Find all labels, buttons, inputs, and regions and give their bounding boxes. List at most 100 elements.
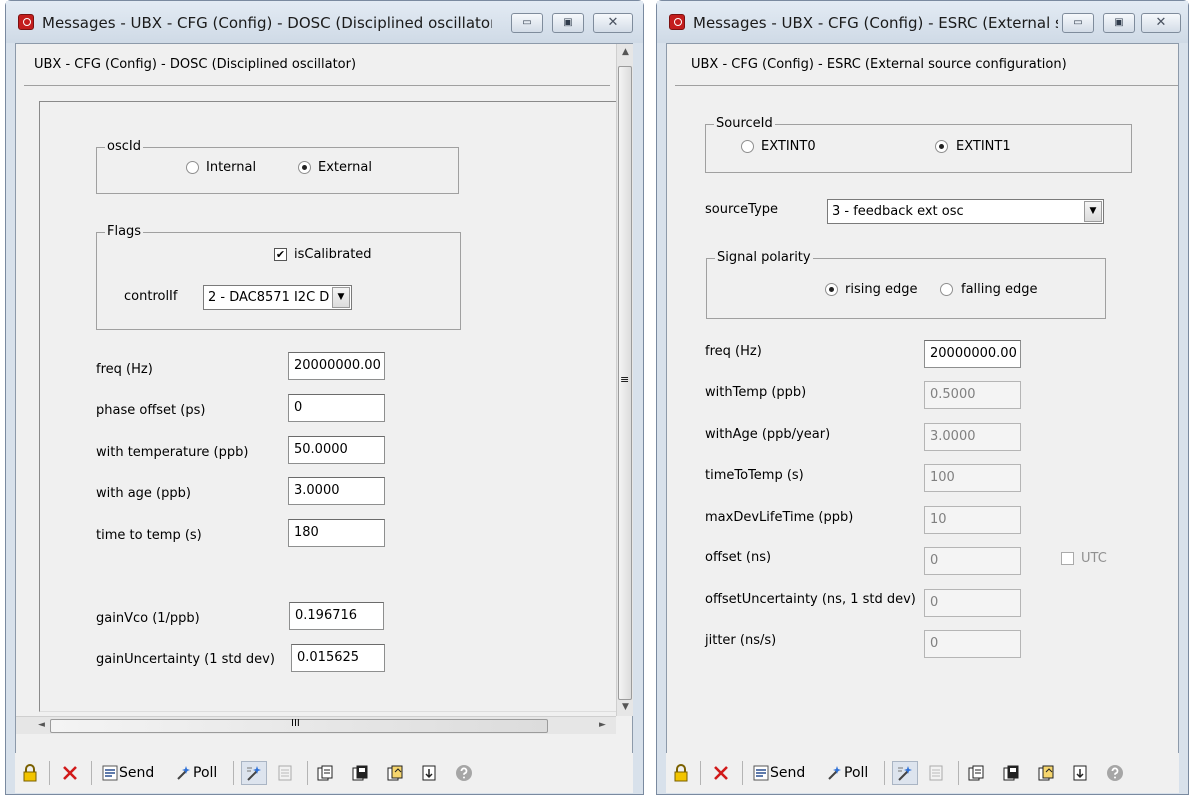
x-icon (63, 766, 77, 780)
field-label: freq (Hz) (96, 362, 153, 377)
freq-input[interactable]: 20000000.00 (924, 340, 1021, 368)
export-button[interactable] (386, 761, 404, 785)
horizontal-scroll-thumb[interactable]: III (50, 718, 548, 733)
jitter-input[interactable]: 0 (924, 630, 1021, 658)
chevron-down-icon[interactable]: ▼ (1084, 201, 1102, 222)
send-button[interactable]: Send (752, 761, 805, 785)
with-temperature-input[interactable]: 50.0000 (288, 436, 385, 464)
send-icon (753, 765, 769, 781)
polarity-group: Signal polarity rising edge falling edge (706, 250, 1106, 319)
offset-input[interactable]: 0 (924, 547, 1021, 575)
poll-button[interactable]: Poll (826, 761, 868, 785)
horizontal-scrollbar[interactable]: ◄ III ► (16, 716, 616, 734)
poll-label: Poll (844, 765, 869, 781)
thumb-grip: III (291, 718, 300, 729)
utc-checkbox[interactable] (1061, 552, 1074, 565)
dosc-titlebar[interactable]: Messages - UBX - CFG (Config) - DOSC (Di… (6, 1, 643, 43)
help-icon (456, 765, 472, 781)
help-button[interactable] (1106, 761, 1124, 785)
vertical-scroll-thumb[interactable]: ≡ (618, 66, 632, 700)
offsetUncertainty-input[interactable]: 0 (924, 589, 1021, 617)
esrc-client: UBX - CFG (Config) - ESRC (External sour… (666, 43, 1179, 755)
scroll-right-arrow[interactable]: ► (594, 717, 611, 734)
chevron-down-icon[interactable]: ▼ (332, 287, 350, 308)
toolbar-separator (91, 761, 92, 785)
autopoll-button[interactable] (892, 761, 918, 785)
sourceType-select[interactable]: 3 - feedback ext osc ▼ (827, 199, 1104, 224)
scroll-down-arrow[interactable]: ▼ (617, 699, 634, 716)
autopoll-icon (898, 766, 912, 781)
poll-label: Poll (193, 765, 218, 781)
send-button[interactable]: Send (101, 761, 154, 785)
send-label: Send (119, 765, 155, 781)
isCalibrated-checkbox[interactable]: ✔ (274, 248, 287, 261)
flags-legend: Flags (105, 224, 144, 240)
controlIf-value: 2 - DAC8571 I2C D (208, 290, 330, 305)
maxDevLifeTime-input[interactable]: 10 (924, 506, 1021, 534)
toolbar-separator (307, 761, 308, 785)
load-button[interactable] (316, 761, 334, 785)
vertical-scrollbar[interactable]: ▲ ≡ ▼ (616, 44, 633, 716)
toolbar-separator (742, 761, 743, 785)
lock-button[interactable] (672, 761, 690, 785)
withTemp-input[interactable]: 0.5000 (924, 381, 1021, 409)
flags-group: Flags ✔ isCalibrated controlIf 2 - DAC85… (96, 224, 461, 330)
minimize-button[interactable]: ▭ (1062, 13, 1094, 33)
document-save-icon (352, 765, 368, 781)
oscId-group: oscId Internal External (96, 139, 459, 194)
list-icon (929, 765, 943, 781)
timeToTemp-input[interactable]: 100 (924, 464, 1021, 492)
internal-radio[interactable] (186, 161, 199, 174)
gainVco-input[interactable]: 0.196716 (289, 602, 384, 630)
thumb-grip: ≡ (620, 373, 630, 386)
external-radio[interactable] (298, 161, 311, 174)
dosc-toolbar: Send Poll (15, 753, 633, 793)
list-button[interactable] (927, 761, 945, 785)
scroll-up-arrow[interactable]: ▲ (617, 44, 634, 61)
falling-edge-radio[interactable] (940, 283, 953, 296)
field-label: time to temp (s) (96, 528, 202, 543)
withAge-input[interactable]: 3.0000 (924, 423, 1021, 451)
with-age-input[interactable]: 3.0000 (288, 477, 385, 505)
maximize-button[interactable]: ▣ (552, 13, 584, 33)
extint0-radio[interactable] (741, 140, 754, 153)
lock-button[interactable] (21, 761, 39, 785)
scroll-left-arrow[interactable]: ◄ (33, 717, 50, 734)
esrc-titlebar[interactable]: Messages - UBX - CFG (Config) - ESRC (Ex… (657, 1, 1188, 43)
rising-edge-radio[interactable] (825, 283, 838, 296)
save-button[interactable] (1002, 761, 1020, 785)
export-button[interactable] (1037, 761, 1055, 785)
close-button[interactable]: ✕ (593, 13, 633, 33)
isCalibrated-label: isCalibrated (294, 247, 372, 262)
controlIf-select[interactable]: 2 - DAC8571 I2C D ▼ (203, 285, 352, 310)
dosc-client: UBX - CFG (Config) - DOSC (Disciplined o… (15, 43, 633, 755)
close-button[interactable]: ✕ (1141, 13, 1181, 33)
import-button[interactable] (1071, 761, 1089, 785)
send-label: Send (770, 765, 806, 781)
dosc-header: UBX - CFG (Config) - DOSC (Disciplined o… (34, 57, 357, 72)
field-label: withAge (ppb/year) (705, 427, 831, 442)
cancel-button[interactable] (712, 761, 730, 785)
utc-label: UTC (1081, 551, 1107, 566)
extint1-radio[interactable] (935, 140, 948, 153)
freq-input[interactable]: 20000000.00 (288, 352, 385, 380)
minimize-button[interactable]: ▭ (511, 13, 543, 33)
time-to-temp-input[interactable]: 180 (288, 519, 385, 547)
gainUncertainty-input[interactable]: 0.015625 (291, 644, 385, 672)
oscId-legend: oscId (105, 139, 143, 155)
internal-label: Internal (206, 160, 257, 175)
phase-offset-input[interactable]: 0 (288, 394, 385, 422)
import-button[interactable] (420, 761, 438, 785)
help-button[interactable] (455, 761, 473, 785)
save-button[interactable] (351, 761, 369, 785)
field-label: timeToTemp (s) (705, 468, 804, 483)
list-button[interactable] (276, 761, 294, 785)
document-export-icon (387, 765, 403, 781)
cancel-button[interactable] (61, 761, 79, 785)
maximize-button[interactable]: ▣ (1103, 13, 1135, 33)
autopoll-button[interactable] (241, 761, 267, 785)
load-button[interactable] (967, 761, 985, 785)
sourceType-label: sourceType (705, 202, 779, 217)
esrc-window: Messages - UBX - CFG (Config) - ESRC (Ex… (656, 0, 1189, 795)
poll-button[interactable]: Poll (175, 761, 217, 785)
